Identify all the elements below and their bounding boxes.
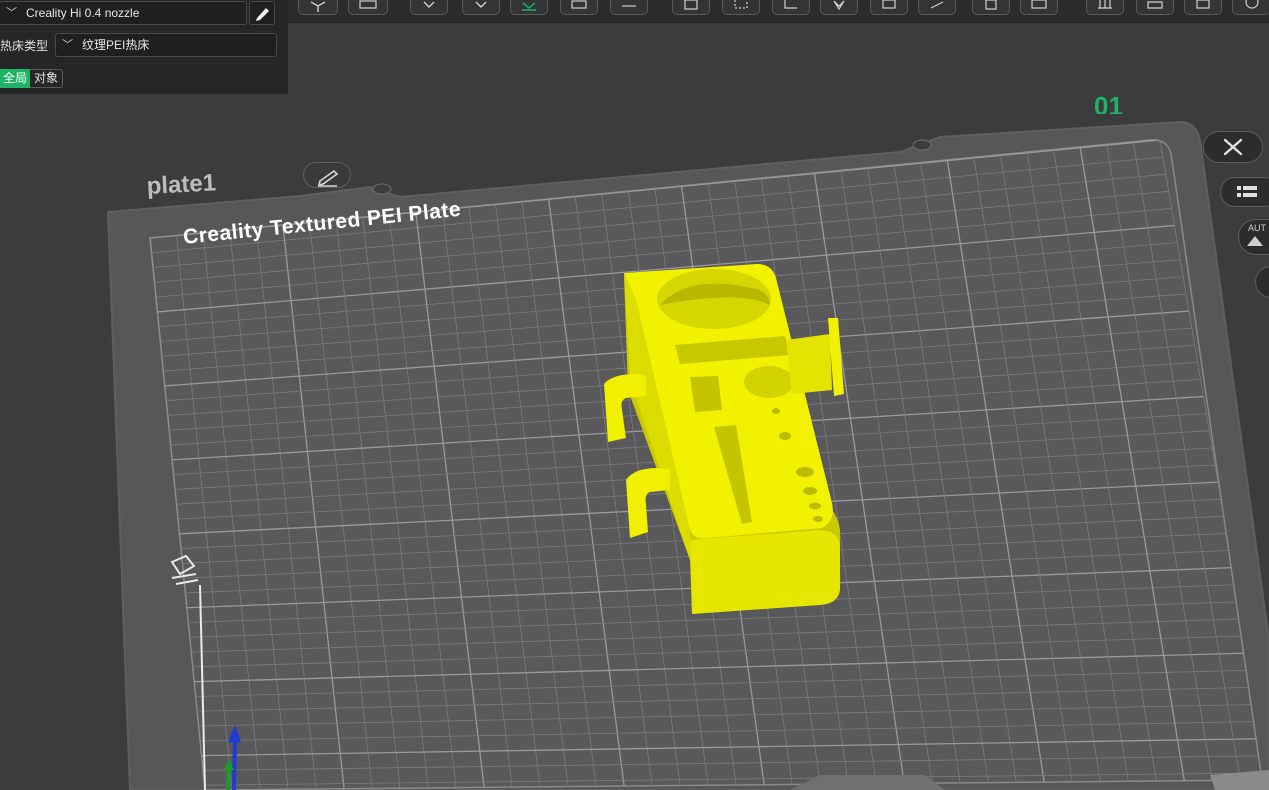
move-button[interactable] (672, 0, 710, 15)
chevron-down-icon: ﹀ (6, 7, 17, 19)
seam-button[interactable] (870, 0, 908, 15)
plate-name: plate1 (146, 169, 217, 200)
move-icon (684, 0, 698, 10)
scale-icon (784, 0, 797, 9)
pencil-icon (317, 169, 339, 187)
bed-type-value: 纹理PEI热床 (82, 38, 150, 52)
view-button[interactable] (1086, 0, 1124, 15)
plate-edit-button[interactable] (303, 162, 351, 188)
add-object-button[interactable] (298, 0, 338, 15)
text-icon (930, 1, 944, 9)
support-paint-button[interactable] (820, 0, 858, 15)
split-button[interactable] (560, 0, 598, 15)
paint-icon (1196, 0, 1210, 9)
keyboard-icon (359, 0, 377, 9)
printer-preset-select[interactable]: ﹀ Creality Hi 0.4 nozzle (0, 1, 247, 25)
seam-icon (882, 0, 896, 9)
view-icon (1098, 0, 1112, 9)
keyboard-button[interactable] (348, 0, 388, 15)
3d-viewport[interactable]: plate1 Creality Textured PEI Plate 01 (0, 0, 1269, 790)
close-plate-button[interactable] (1203, 131, 1263, 163)
paint-button[interactable] (1184, 0, 1222, 15)
object-list-button[interactable] (1220, 177, 1269, 207)
arrange-button[interactable] (462, 0, 500, 15)
scale-button[interactable] (772, 0, 810, 15)
measure-button[interactable] (972, 0, 1010, 15)
bed-type-label: 热床类型 (0, 39, 49, 53)
bed-type-select[interactable]: ﹀ 纹理PEI热床 (55, 33, 277, 57)
arrange-icon (475, 1, 487, 8)
assembly-icon (1031, 0, 1047, 9)
auto-arrange-label: AUT (1248, 223, 1266, 233)
settings-button[interactable] (1232, 0, 1269, 15)
orient-button[interactable] (410, 0, 448, 15)
printer-preset-value: Creality Hi 0.4 nozzle (26, 6, 140, 20)
lay-flat-icon (522, 2, 536, 11)
gear-icon (1244, 0, 1259, 9)
orient-icon (423, 1, 435, 8)
rotate-button[interactable] (722, 0, 760, 15)
layers-icon (1147, 1, 1163, 9)
lay-flat-button[interactable] (510, 0, 548, 15)
rotate-icon (734, 0, 748, 9)
support-icon (833, 0, 845, 11)
plate-number: 01 (1094, 91, 1123, 114)
tab-object[interactable]: 对象 (30, 69, 63, 88)
cut-icon (622, 5, 636, 7)
list-icon (1237, 186, 1257, 197)
pencil-icon (256, 8, 269, 21)
text-button[interactable] (918, 0, 956, 15)
assembly-button[interactable] (1020, 0, 1058, 15)
chevron-down-icon: ﹀ (62, 39, 73, 51)
top-toolbar (288, 0, 1269, 23)
printer-settings-panel: ﹀ Creality Hi 0.4 nozzle 热床类型 ﹀ 纹理PEI热床 … (0, 0, 288, 94)
cut-button[interactable] (610, 0, 648, 15)
layers-button[interactable] (1136, 0, 1174, 15)
cube-icon (310, 1, 326, 12)
split-icon (571, 0, 587, 9)
tab-global[interactable]: 全局 (0, 69, 30, 88)
close-icon (1223, 138, 1243, 156)
edit-printer-button[interactable] (249, 1, 275, 25)
measure-icon (985, 0, 997, 10)
